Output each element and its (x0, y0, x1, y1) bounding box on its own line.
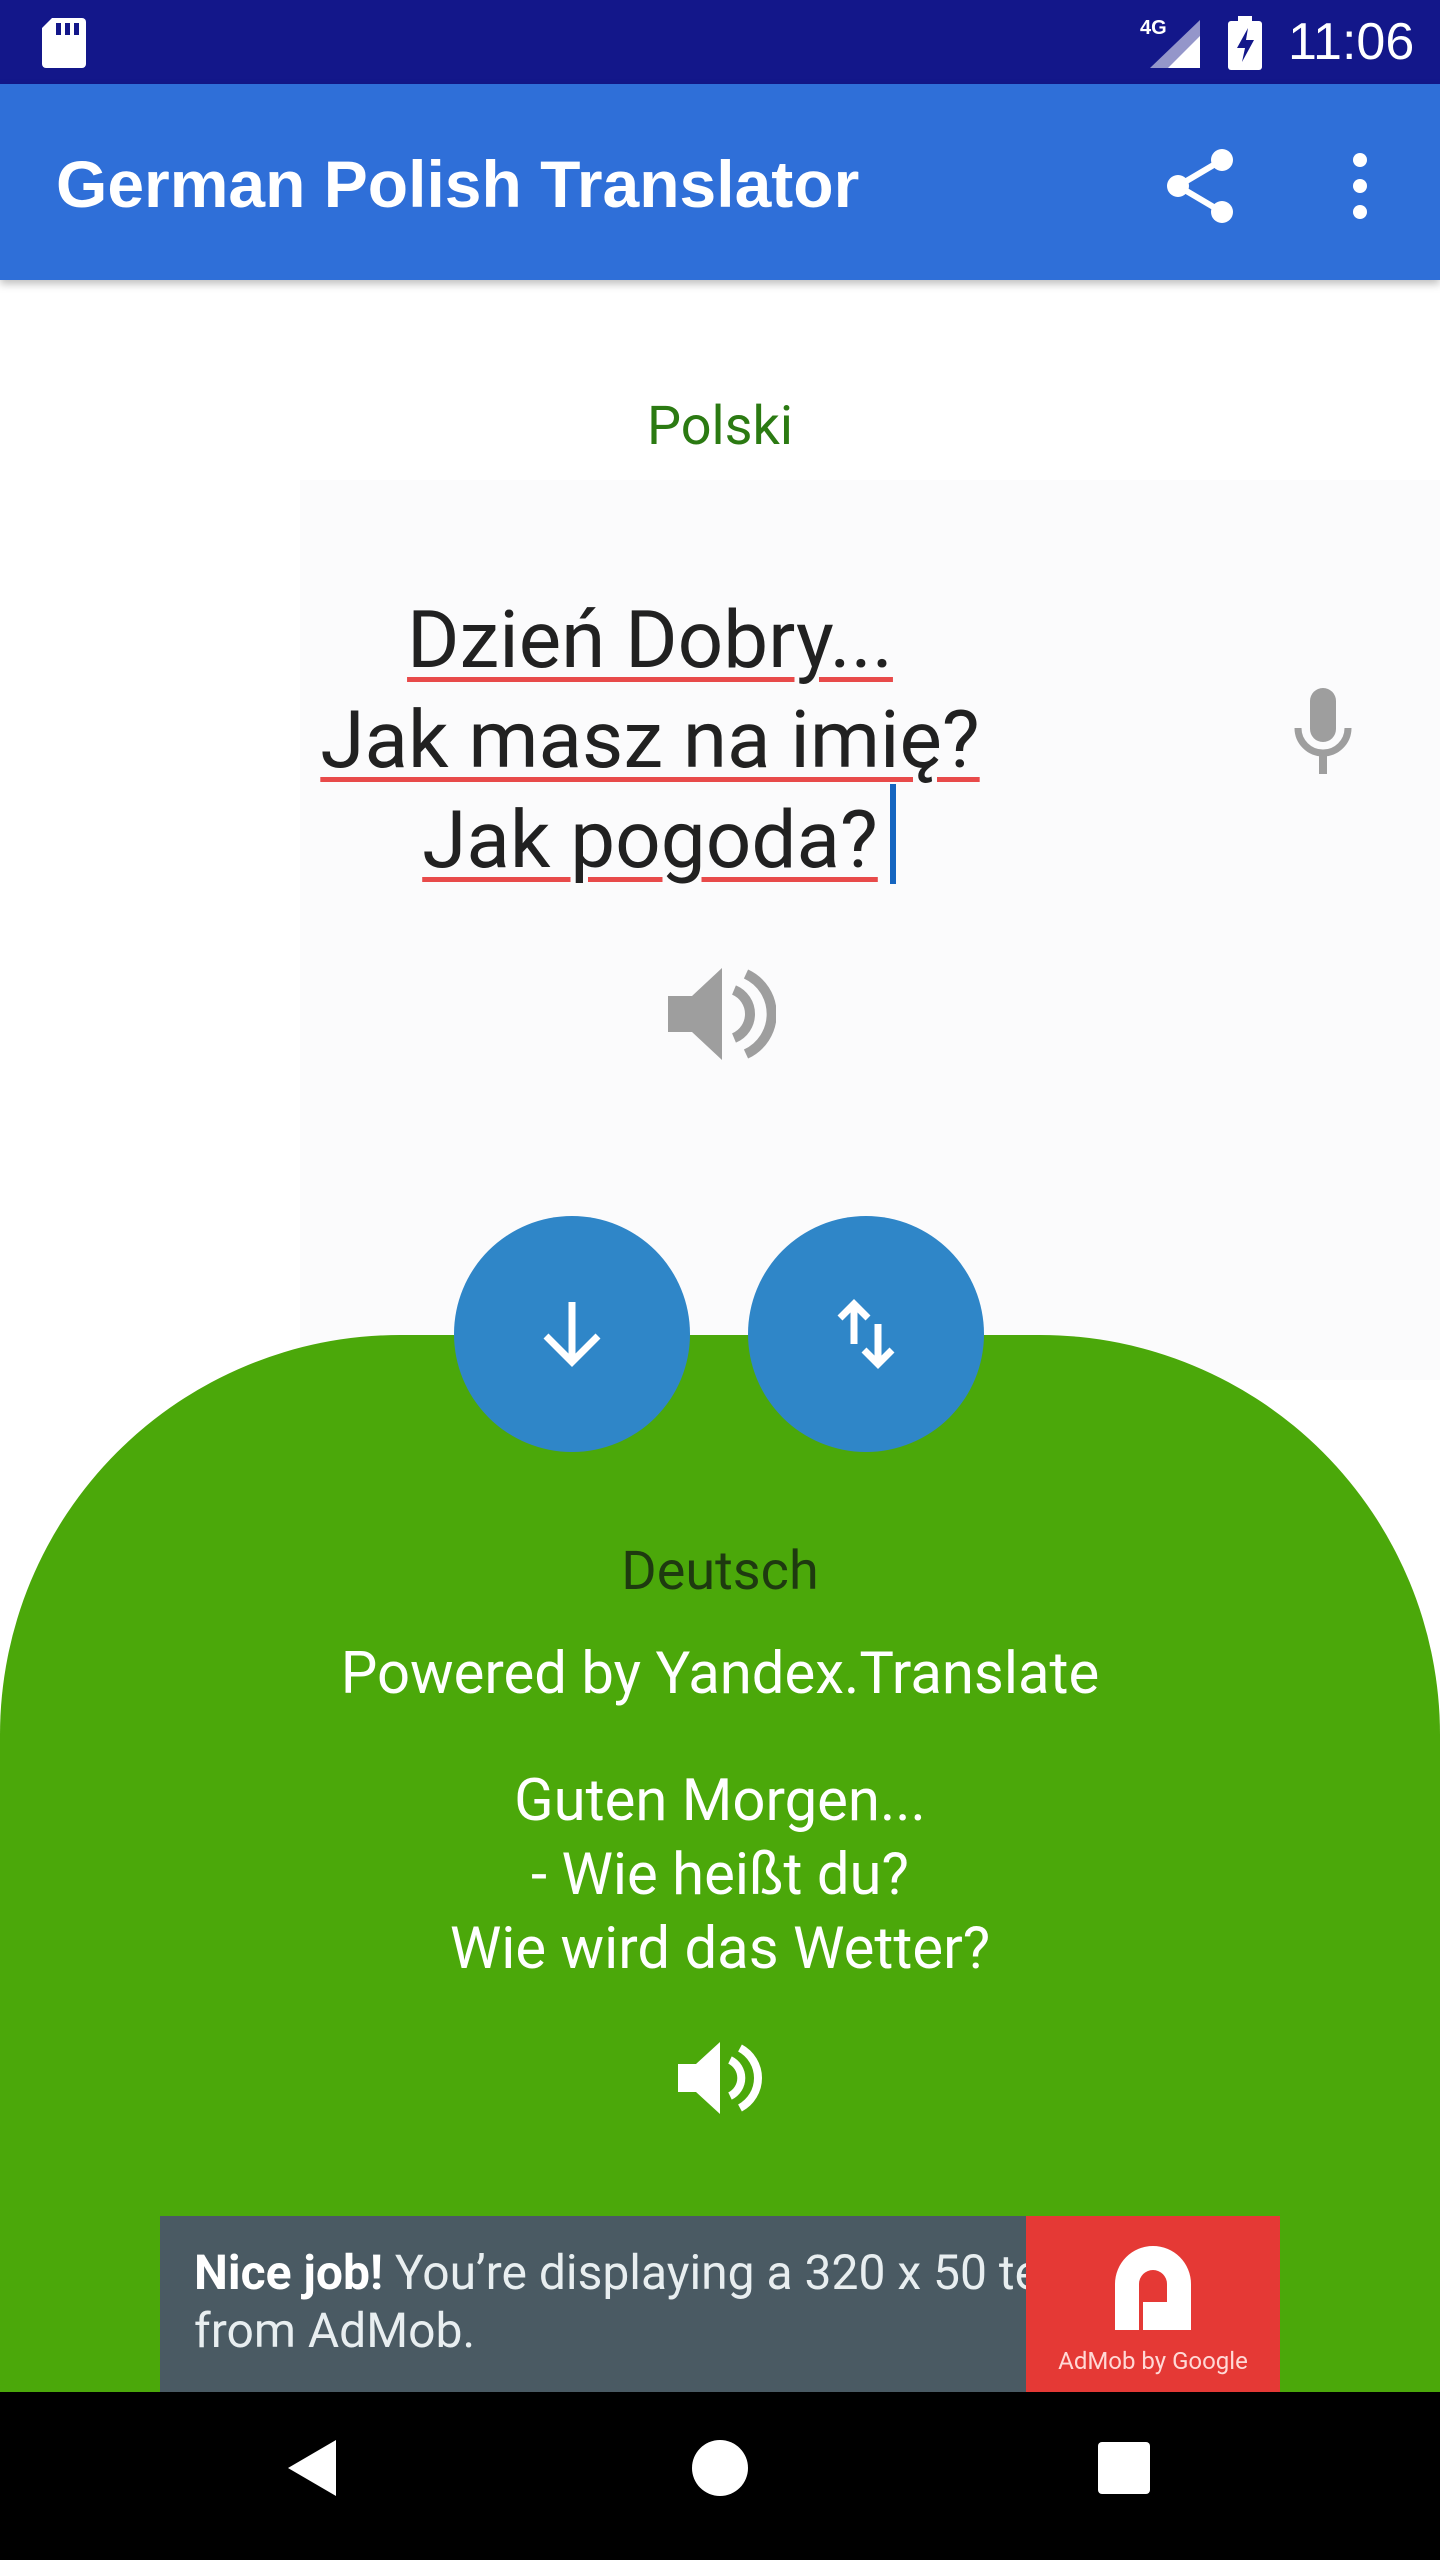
target-language-label[interactable]: Deutsch (0, 1540, 1440, 1604)
back-icon[interactable] (284, 2436, 340, 2500)
source-line-2: Jak masz na imię? (320, 693, 980, 787)
app-bar: German Polish Translator (0, 84, 1440, 280)
source-line: Dzień Dobry... (200, 590, 1100, 690)
source-language-label[interactable]: Polski (0, 395, 1440, 459)
swap-languages-button[interactable] (748, 1216, 984, 1452)
source-text-input[interactable]: Dzień Dobry... Jak masz na imię? Jak pog… (200, 590, 1100, 890)
text-cursor (890, 784, 896, 884)
svg-text:4G: 4G (1140, 17, 1167, 39)
status-bar: 4G 11:06 (0, 0, 1440, 84)
source-line-1: Dzień Dobry... (407, 593, 893, 687)
translate-button[interactable] (454, 1216, 690, 1452)
translated-text: Guten Morgen... - Wie heißt du? Wie wird… (0, 1764, 1440, 1986)
mic-icon[interactable] (1292, 688, 1354, 780)
source-line-3: Jak pogoda? (422, 793, 878, 887)
admob-caption: AdMob by Google (1058, 2347, 1248, 2375)
admob-logo: AdMob by Google (1026, 2216, 1280, 2392)
navigation-bar (0, 2392, 1440, 2560)
app-title: German Polish Translator (56, 147, 860, 221)
target-line-3: Wie wird das Wetter? (449, 1915, 991, 1983)
more-vert-icon[interactable] (1330, 144, 1390, 228)
sd-card-icon (42, 18, 86, 68)
swap-vertical-icon (837, 1299, 895, 1369)
recents-icon[interactable] (1098, 2442, 1150, 2494)
status-time: 11:06 (1288, 13, 1415, 71)
target-line-1: Guten Morgen... (514, 1767, 926, 1835)
ad-headline: Nice job! (194, 2244, 383, 2301)
home-icon[interactable] (690, 2438, 750, 2498)
arrow-down-icon (543, 1302, 601, 1367)
battery-charging-icon (1228, 16, 1262, 70)
signal-icon: 4G (1140, 17, 1200, 68)
source-line: Jak masz na imię? (200, 690, 1100, 790)
ad-banner[interactable]: Nice job! You’re displaying a 320 x 50 t… (160, 2216, 1280, 2392)
admob-logo-icon (1115, 2246, 1191, 2330)
target-line-2: - Wie heißt du? (531, 1841, 909, 1909)
volume-icon[interactable] (664, 960, 776, 1068)
volume-icon[interactable] (676, 2036, 764, 2120)
source-line: Jak pogoda? (200, 790, 1100, 890)
share-icon[interactable] (1160, 144, 1244, 228)
powered-by-link[interactable]: Powered by Yandex.Translate (0, 1640, 1440, 1708)
